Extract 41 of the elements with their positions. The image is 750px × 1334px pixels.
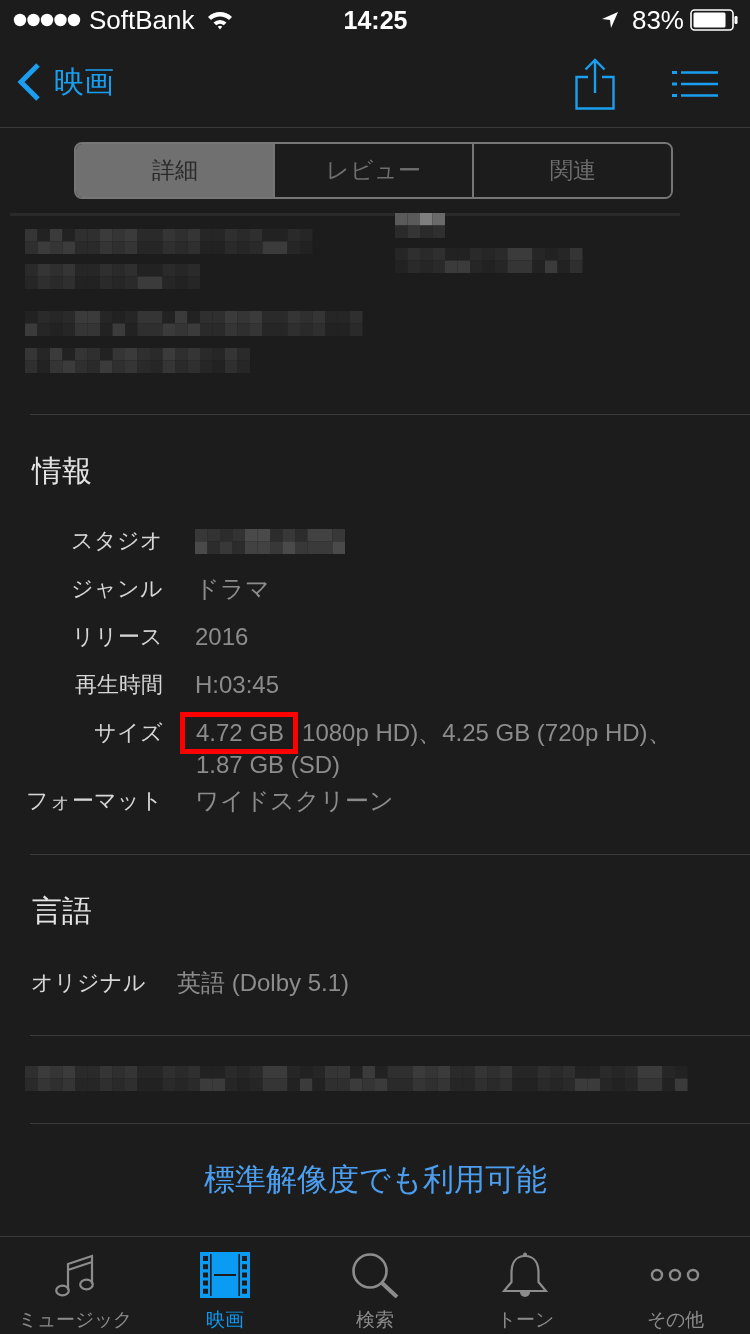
- list-menu-button[interactable]: [672, 70, 718, 97]
- chevron-left-icon: [16, 62, 42, 102]
- music-note-icon: [55, 1252, 95, 1298]
- section-heading: 情報: [30, 453, 93, 489]
- more-dots-icon: [650, 1268, 700, 1282]
- info-label: サイズ: [93, 719, 163, 747]
- info-value: ドラマ: [195, 574, 270, 604]
- tab-bar-item[interactable]: トーン: [450, 1237, 600, 1334]
- battery-percentage: 83%: [631, 5, 684, 35]
- info-value: 2016: [195, 622, 249, 652]
- status-time: 14:25: [343, 5, 408, 35]
- sd-available-link[interactable]: 標準解像度でも利用可能: [203, 1161, 547, 1199]
- info-label: 再生時間: [74, 671, 163, 699]
- language-value: 英語 (Dolby 5.1): [177, 968, 350, 998]
- search-icon: [351, 1252, 399, 1298]
- info-value: 4.72 GB 1080p HD)、4.25 GB (720p HD)、1.87 GB (SD): [180, 709, 700, 781]
- back-button[interactable]: 映画: [16, 62, 114, 102]
- carrier-name: SoftBank: [89, 5, 195, 35]
- wifi-icon: [206, 10, 233, 30]
- share-icon: [575, 57, 615, 110]
- bell-icon: [502, 1252, 548, 1298]
- location-arrow-icon: [601, 12, 618, 28]
- tab-bar-item[interactable]: 映画: [150, 1237, 300, 1334]
- segment-tab[interactable]: 詳細: [76, 144, 273, 197]
- info-label: ジャンル: [70, 575, 163, 603]
- tab-bar-item[interactable]: 検索: [300, 1237, 450, 1334]
- share-button[interactable]: [575, 57, 615, 110]
- segment-tab[interactable]: 関連: [472, 144, 671, 197]
- info-value: H:03:45: [195, 670, 280, 700]
- tab-bar-item[interactable]: ミュージック: [0, 1237, 150, 1334]
- list-icon: [672, 70, 718, 97]
- info-label: フォーマット: [25, 787, 163, 815]
- section-heading: 言語: [31, 893, 93, 929]
- info-value: ワイドスクリーン: [195, 786, 394, 816]
- tab-bar-item[interactable]: その他: [600, 1237, 750, 1334]
- info-label: リリース: [71, 623, 163, 651]
- battery-icon: [690, 9, 738, 31]
- language-label: オリジナル: [31, 969, 146, 997]
- info-label: スタジオ: [70, 527, 163, 555]
- signal-strength-icon: [13, 13, 81, 27]
- film-strip-icon: [200, 1252, 250, 1298]
